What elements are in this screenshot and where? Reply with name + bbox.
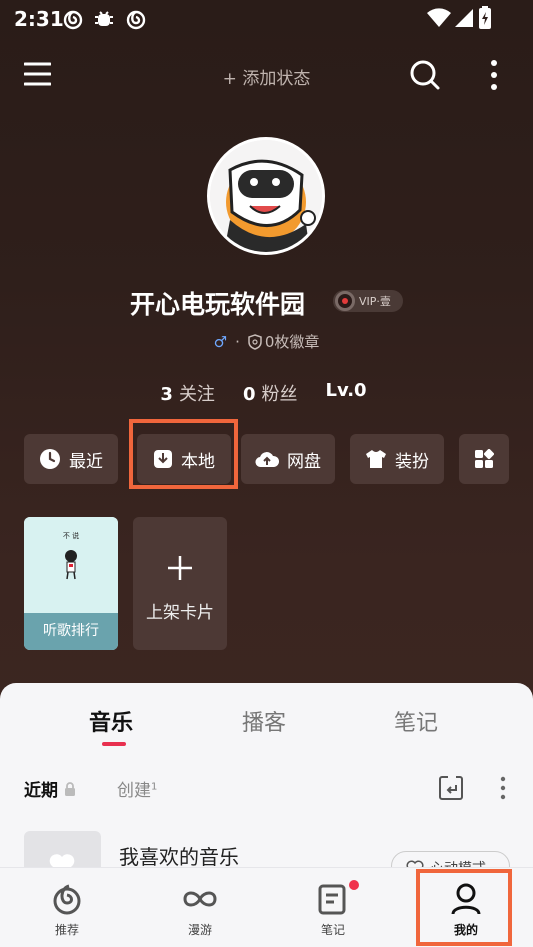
wifi-icon <box>426 8 452 30</box>
cloud-disk-label: 网盘 <box>287 451 321 472</box>
clock-icon <box>40 449 60 469</box>
username: 开心电玩软件园 <box>130 290 306 319</box>
card-art-text: 不 说 <box>62 532 80 540</box>
meta-separator: · <box>235 332 240 351</box>
tshirt-icon <box>366 450 386 468</box>
bug-notify-icon <box>93 8 115 30</box>
subtab-more-icon[interactable] <box>500 776 506 804</box>
tab-music[interactable]: 音乐 <box>89 705 133 737</box>
grid-icon <box>475 449 494 468</box>
import-playlist-icon[interactable] <box>438 775 464 805</box>
subtab-created[interactable]: 创建1 <box>117 776 157 801</box>
mine-highlight-box <box>416 869 512 946</box>
local-highlight-box <box>129 419 238 489</box>
dress-up-label: 装扮 <box>395 451 429 472</box>
recent-button[interactable]: 最近 <box>24 434 118 484</box>
listening-rank-card[interactable]: 不 说 听歌排行 <box>24 517 118 650</box>
add-card-label: 上架卡片 <box>146 603 214 623</box>
listening-rank-label: 听歌排行 <box>24 613 118 650</box>
recent-label: 最近 <box>69 451 103 472</box>
stat-followers-label: 粉丝 <box>261 384 298 405</box>
dress-up-button[interactable]: 装扮 <box>350 434 444 484</box>
character-figure-icon <box>65 550 77 580</box>
nav-roam[interactable]: 漫游 <box>150 868 250 947</box>
subtab-created-label: 创建 <box>117 781 151 801</box>
notification-dot <box>349 880 359 890</box>
netease-notify-icon <box>62 8 84 30</box>
stat-following-value: 3 <box>160 384 173 405</box>
nav-roam-label: 漫游 <box>187 923 212 937</box>
subtab-recent[interactable]: 近期 <box>24 776 76 801</box>
search-icon[interactable] <box>409 59 441 91</box>
tab-active-indicator <box>102 742 126 746</box>
stat-followers[interactable]: 0 粉丝 <box>243 380 298 406</box>
nav-notes[interactable]: 笔记 <box>283 868 383 947</box>
vip-badge[interactable]: VIP·壹 <box>333 290 403 312</box>
profile-meta: ♂ · 0枚徽章 <box>0 331 533 352</box>
status-time: 2:31 <box>14 7 64 31</box>
avatar[interactable] <box>207 137 325 255</box>
status-bar: 2:31 <box>0 0 533 38</box>
card-art: 不 说 <box>24 517 118 613</box>
vip-badge-label: VIP·壹 <box>359 295 391 308</box>
note-icon <box>318 884 346 915</box>
vinyl-disc-icon <box>335 291 355 311</box>
netease-logo-icon <box>53 884 81 915</box>
cloud-upload-icon <box>255 452 279 468</box>
gender-male-icon: ♂ <box>213 332 228 351</box>
add-card-button[interactable]: 上架卡片 <box>133 517 227 650</box>
stat-followers-value: 0 <box>242 384 256 405</box>
liked-music-title[interactable]: 我喜欢的音乐 <box>119 841 239 870</box>
plus-icon <box>168 556 192 580</box>
stat-level[interactable]: Lv.0 <box>325 380 372 406</box>
more-vertical-icon[interactable] <box>489 59 499 91</box>
add-status-button[interactable]: + 添加状态 <box>0 64 533 89</box>
shield-badge-icon <box>248 333 262 350</box>
lock-icon <box>64 782 75 796</box>
stat-following-label: 关注 <box>178 384 215 405</box>
stats-row: 3 关注 0 粉丝 Lv.0 <box>0 380 533 406</box>
stat-following[interactable]: 3 关注 <box>160 380 215 406</box>
cloud-disk-button[interactable]: 网盘 <box>241 434 335 484</box>
more-apps-button[interactable] <box>459 434 509 484</box>
nav-recommend-label: 推荐 <box>54 923 79 937</box>
badges-count: 0枚徽章 <box>264 333 320 351</box>
avatar-robot-image <box>210 140 322 252</box>
nav-notes-label: 笔记 <box>320 923 345 937</box>
netease-notify-icon-2 <box>125 8 147 30</box>
infinity-icon <box>183 891 217 907</box>
tab-podcast[interactable]: 播客 <box>242 705 286 737</box>
stat-level-value: Lv.0 <box>325 380 367 401</box>
badges-link[interactable]: 0枚徽章 <box>248 331 320 352</box>
signal-icon <box>454 8 476 30</box>
subtab-recent-label: 近期 <box>24 781 58 801</box>
tab-notes[interactable]: 笔记 <box>394 705 438 737</box>
nav-recommend[interactable]: 推荐 <box>17 868 117 947</box>
battery-icon <box>478 6 492 30</box>
subtab-created-count: 1 <box>151 781 158 793</box>
